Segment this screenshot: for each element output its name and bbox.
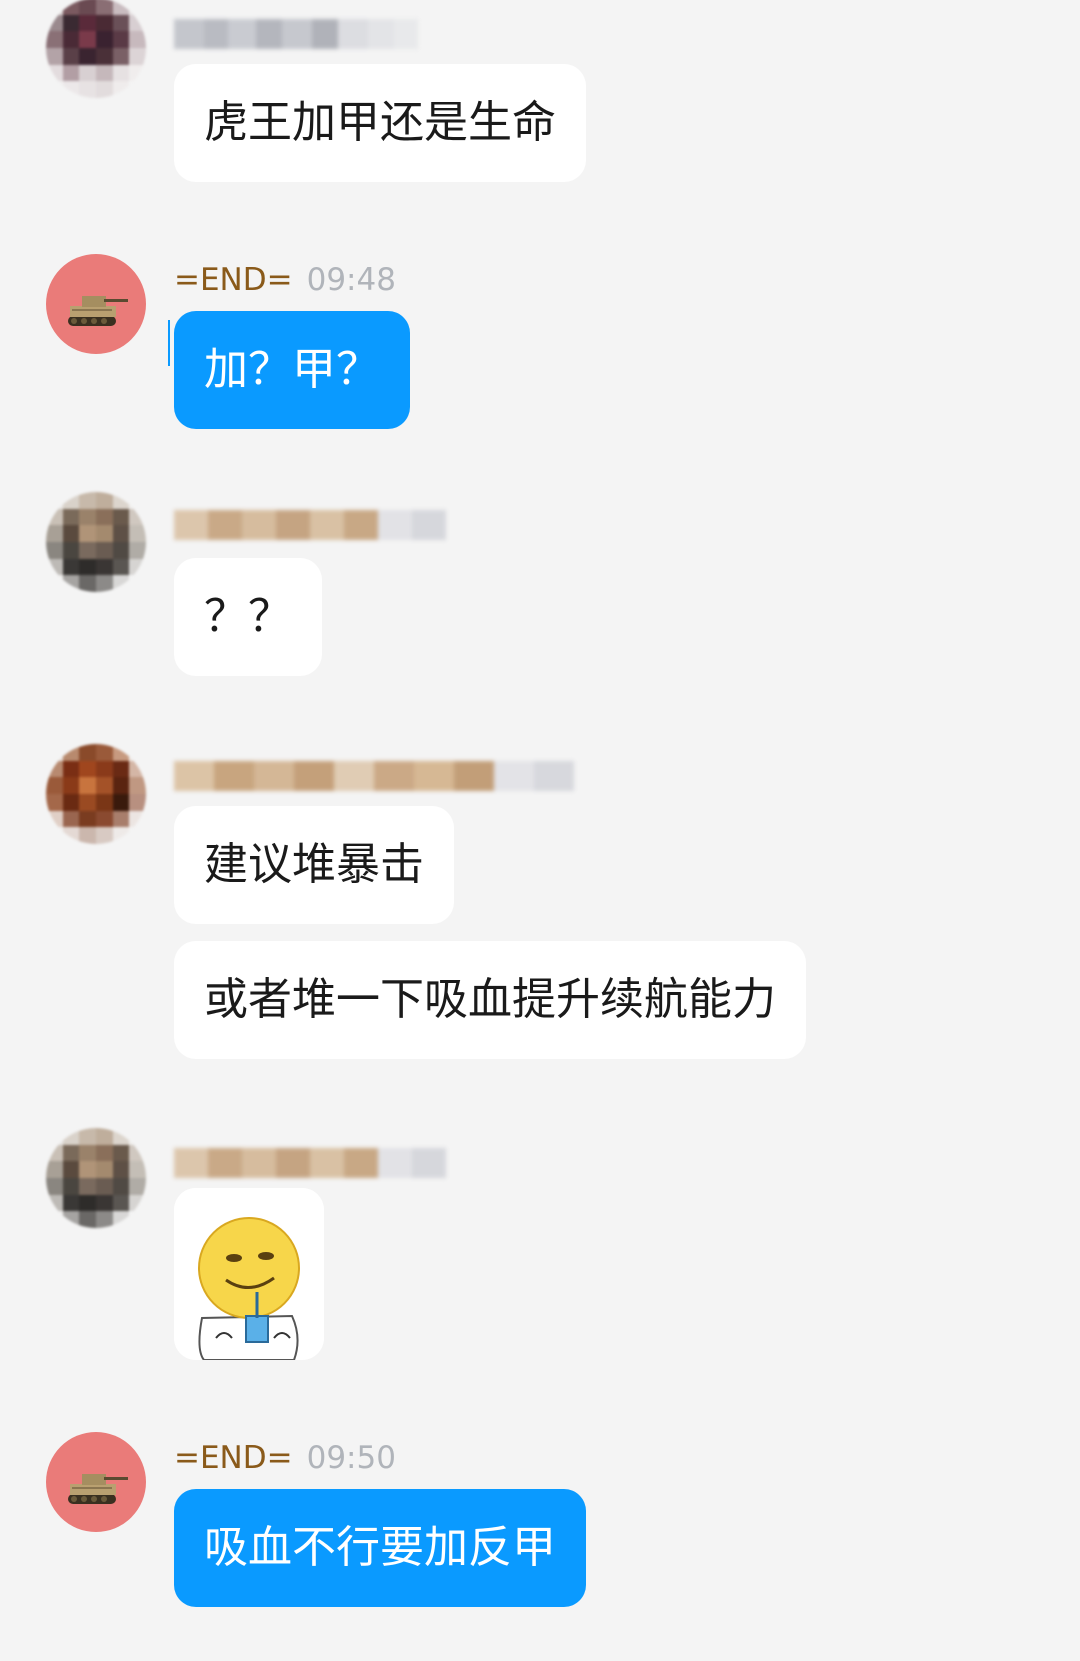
smiley-drinking-sticker <box>174 1188 324 1360</box>
avatar[interactable] <box>46 744 146 844</box>
tank-icon <box>68 296 128 326</box>
sender-name: =END= <box>174 262 293 298</box>
message-bubble[interactable]: 吸血不行要加反甲 <box>174 1489 586 1607</box>
blurred-sender-name <box>174 761 574 791</box>
avatar[interactable] <box>46 254 146 354</box>
message-bubble[interactable]: ？？ <box>174 558 322 676</box>
sticker-message[interactable] <box>174 1188 324 1360</box>
message-bubble[interactable]: 加？甲？ <box>174 311 410 429</box>
message-bubble[interactable]: 建议堆暴击 <box>174 806 454 924</box>
message-bubble[interactable]: 虎王加甲还是生命 <box>174 64 586 182</box>
avatar[interactable] <box>46 1128 146 1228</box>
message-time: 09:50 <box>306 1440 396 1476</box>
avatar[interactable] <box>46 492 146 592</box>
avatar[interactable] <box>46 0 146 98</box>
message-bubble[interactable]: 或者堆一下吸血提升续航能力 <box>174 941 806 1059</box>
avatar[interactable] <box>46 1432 146 1532</box>
message-time: 09:48 <box>306 262 396 298</box>
blurred-sender-name <box>174 19 418 49</box>
chat-thread[interactable]: 虎王加甲还是生命 =END= 09:48 加？甲？ ？？ 建议堆暴击 或者堆一下… <box>0 0 1080 1661</box>
blurred-sender-name <box>174 510 446 540</box>
tank-icon <box>68 1474 128 1504</box>
blurred-sender-name <box>174 1148 446 1178</box>
sender-name: =END= <box>174 1440 293 1476</box>
text-cursor <box>168 320 170 366</box>
